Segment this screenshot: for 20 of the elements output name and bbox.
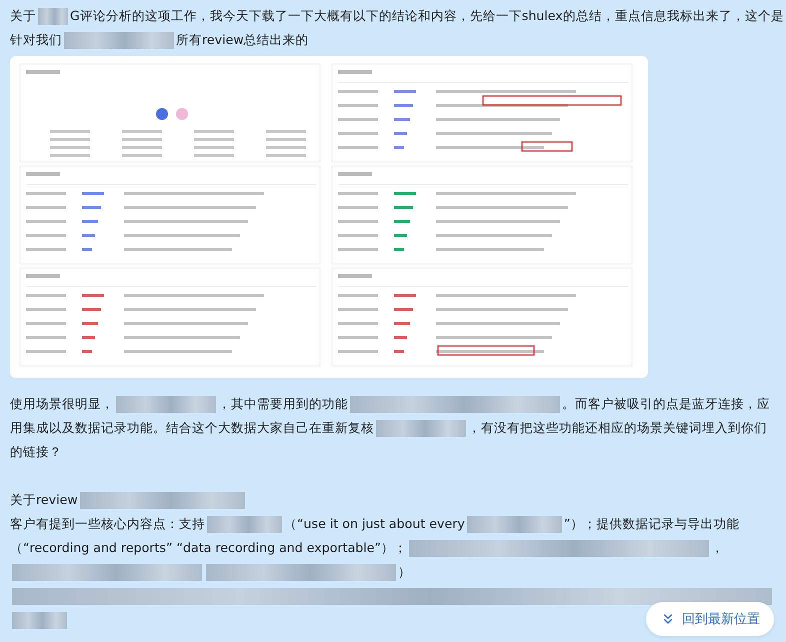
message-text: 客户有提到一些核心内容点：支持 — [10, 515, 205, 533]
message-text: 用集成以及数据记录功能。结合这个大数据大家自己在重新复核 — [10, 419, 374, 437]
message-text: 关于review — [10, 491, 78, 509]
message-text: 。而客户被吸引的点是蓝牙连接，应 — [562, 395, 770, 413]
message-text: ，有没有把这些功能还相应的场景关键词埋入到你们 — [468, 419, 767, 437]
message-text: 针对我们 — [10, 31, 62, 49]
message-text: 所有review总结出来的 — [176, 31, 309, 49]
message-text: G评论分析的这项工作，我今天下载了一下大概有以下的结论和内容，先给一下shulex的总结，重点信息我标出来了，这个是 — [70, 7, 784, 25]
message-text: ） — [398, 563, 411, 581]
message-text: 使用场景很明显， — [10, 395, 114, 413]
blurred-redaction — [38, 8, 68, 24]
message-text: ，其中需要用到的功能 — [218, 395, 348, 413]
blurred-redaction — [12, 612, 67, 628]
message-text: ”）；提供数据记录与导出功能 — [564, 515, 740, 533]
message-text: （“recording and reports” “data recording and exportable”）； — [10, 539, 408, 557]
message-text: 的链接？ — [10, 443, 62, 461]
message-text: （“use it on just about every — [284, 515, 465, 533]
message-text: ， — [711, 539, 724, 557]
message-text: 关于 — [10, 7, 36, 25]
jump-to-latest-button[interactable]: 回到最新位置 — [646, 602, 774, 636]
